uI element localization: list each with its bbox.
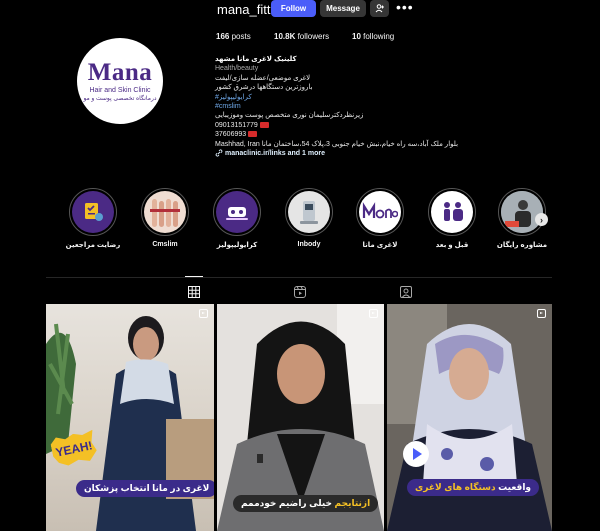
highlight-item[interactable]: لاغری مانا: [347, 188, 413, 249]
tab-divider: [46, 277, 552, 278]
bio-line: لاغری موضعی/عضله سازی/لیفت: [215, 74, 311, 82]
bio-hashtag[interactable]: #cmslim: [215, 102, 515, 111]
tab-posts[interactable]: [188, 285, 200, 298]
followers-count[interactable]: 10.8K followers: [274, 32, 329, 41]
chevron-right-icon[interactable]: ›: [535, 213, 548, 226]
avatar-brand: Mana: [87, 59, 153, 86]
grid-icon: [188, 286, 200, 298]
checklist-icon: [72, 191, 114, 233]
bio-hashtag[interactable]: #کرایولیپولیز: [215, 93, 515, 102]
post-photo: [387, 304, 552, 531]
following-count[interactable]: 10 following: [352, 32, 394, 41]
device-icon: [216, 191, 258, 233]
highlight-item[interactable]: رضایت مراجعین: [60, 188, 126, 249]
bio-phone: 37606993: [215, 130, 515, 139]
tab-tagged[interactable]: [400, 285, 412, 298]
profile-avatar[interactable]: Mana Hair and Skin Clinic درمانگاه تخصصی…: [77, 38, 163, 124]
highlight-item[interactable]: Cmslim: [132, 188, 198, 248]
tab-active-indicator: [185, 276, 203, 277]
post-caption: لاغری در مانا انتخاب پزشکان: [76, 480, 214, 497]
flag-icon: [248, 131, 258, 138]
bio: کلینیک لاغری مانا مشهد Health/beauty لاغ…: [215, 55, 515, 158]
username: mana_fitt: [217, 2, 271, 17]
bio-name: کلینیک لاغری مانا مشهد: [215, 56, 297, 63]
post-thumbnail[interactable]: YEAH! لاغری در مانا انتخاب پزشکان: [46, 304, 214, 531]
follow-button[interactable]: Follow: [271, 0, 316, 17]
consultation-icon: [501, 191, 543, 233]
post-caption: ازنتایجم خیلی راضیم خودممم: [233, 495, 379, 512]
highlight-label: قبل و بعد: [435, 242, 469, 249]
bio-line: باروزترین دستگاهها درشرق کشور: [215, 84, 313, 92]
highlight-label: رضایت مراجعین: [65, 242, 121, 249]
bio-line: زیرنظردکترسلیمان نوری متخصص پوست وموزیبا…: [215, 112, 364, 120]
highlight-item[interactable]: قبل و بعد: [419, 188, 485, 249]
link-icon: [215, 149, 223, 157]
legs-photo-icon: [144, 191, 186, 233]
reel-icon: [199, 309, 208, 318]
reel-icon: [369, 309, 378, 318]
add-user-button[interactable]: [370, 0, 389, 17]
highlight-item[interactable]: Inbody: [276, 188, 342, 248]
highlight-label: Cmslim: [152, 241, 178, 248]
bio-phone: 09013151779: [215, 121, 515, 130]
reels-icon: [294, 286, 306, 298]
post-thumbnail[interactable]: ازنتایجم خیلی راضیم خودممم: [217, 304, 384, 531]
tab-reels[interactable]: [294, 285, 306, 298]
before-after-icon: [431, 191, 473, 233]
avatar-subtitle: Hair and Skin Clinic: [89, 87, 151, 94]
post-caption: واقعیت دستگاه های لاغری: [407, 479, 539, 496]
bio-category: Health/beauty: [215, 65, 259, 73]
bio-address: Mashhad, Iran بلوار ملک آباد،سه راه خیام…: [215, 140, 459, 148]
add-user-icon: [375, 4, 384, 13]
mana-logo-icon: [359, 191, 401, 233]
reel-icon: [537, 309, 546, 318]
inbody-device-icon: [288, 191, 330, 233]
highlight-label: لاغری مانا: [362, 242, 398, 249]
more-options-icon[interactable]: •••: [396, 0, 414, 17]
post-thumbnail[interactable]: واقعیت دستگاه های لاغری: [387, 304, 552, 531]
flag-icon: [259, 122, 269, 128]
message-button[interactable]: Message: [320, 0, 366, 17]
tagged-icon: [400, 286, 412, 298]
highlight-label: کرایولیپولیز: [216, 242, 258, 249]
highlight-label: Inbody: [297, 241, 321, 248]
play-icon[interactable]: [403, 441, 429, 467]
bio-link[interactable]: manaclinic.ir/links and 1 more: [215, 149, 515, 158]
avatar-subtitle-fa: درمانگاه تخصصی پوست و مو: [83, 96, 157, 102]
highlight-item[interactable]: کرایولیپولیز: [204, 188, 270, 249]
highlight-label: مشاوره رایگان: [496, 242, 548, 249]
posts-count: 166 posts: [216, 32, 251, 41]
